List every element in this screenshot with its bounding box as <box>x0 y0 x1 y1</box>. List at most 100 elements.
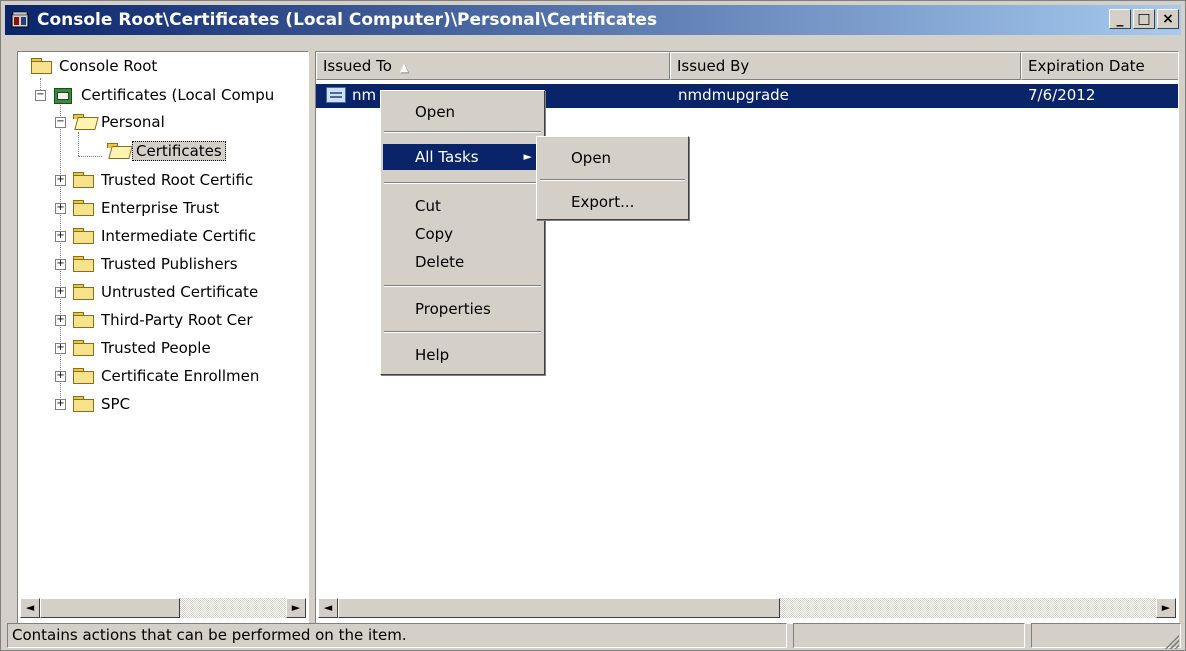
expand-icon[interactable]: + <box>55 343 66 354</box>
console-tree[interactable]: Console Root − Certificates (Local Compu… <box>17 51 309 624</box>
window-controls: _ □ × <box>1109 9 1179 29</box>
mmc-app-icon <box>11 11 29 28</box>
tree-line <box>60 102 61 410</box>
tree-item-label: Third-Party Root Cer <box>101 311 253 329</box>
menu-item-help[interactable]: Help <box>383 342 542 368</box>
tree-item-spc[interactable]: SPC <box>72 393 133 415</box>
column-header-issued-by[interactable]: Issued By <box>670 52 1021 80</box>
open-folder-icon <box>106 143 128 159</box>
status-message: Contains actions that can be performed o… <box>7 623 787 648</box>
column-header-issued-to[interactable]: Issued To ▲ <box>316 52 670 80</box>
folder-icon <box>72 340 94 356</box>
folder-icon <box>72 200 94 216</box>
folder-icon <box>72 256 94 272</box>
folder-icon <box>72 284 94 300</box>
collapse-icon[interactable]: − <box>35 90 46 101</box>
tree-horizontal-scrollbar[interactable]: ◄ ► <box>20 598 306 618</box>
menu-item-open[interactable]: Open <box>383 99 542 125</box>
sort-ascending-icon: ▲ <box>399 61 409 74</box>
tree-item-third-party-root[interactable]: Third-Party Root Cer <box>72 309 256 331</box>
menu-separator <box>540 179 685 181</box>
menu-item-all-tasks[interactable]: All Tasks ► <box>383 144 542 170</box>
certificate-icon <box>326 87 346 103</box>
tree-item-trusted-publishers[interactable]: Trusted Publishers <box>72 253 241 275</box>
tree-item-certificates-local-computer[interactable]: Certificates (Local Compu <box>52 84 277 106</box>
expand-icon[interactable]: + <box>55 315 66 326</box>
menu-separator <box>384 331 541 333</box>
certificate-store-icon <box>52 86 74 104</box>
expand-icon[interactable]: + <box>55 175 66 186</box>
folder-icon <box>72 172 94 188</box>
status-panel-2 <box>793 623 1025 648</box>
resize-grip-icon[interactable] <box>1163 633 1179 649</box>
window-title: Console Root\Certificates (Local Compute… <box>37 10 658 30</box>
title-bar[interactable]: Console Root\Certificates (Local Compute… <box>5 5 1181 35</box>
scroll-left-icon[interactable]: ◄ <box>20 598 40 618</box>
menu-separator <box>384 182 541 184</box>
menu-separator <box>384 285 541 287</box>
menu-item-cut[interactable]: Cut <box>383 193 542 219</box>
tree-line <box>78 156 102 157</box>
list-horizontal-scrollbar[interactable]: ◄ ► <box>318 598 1176 618</box>
tree-item-label: Certificates <box>132 141 226 161</box>
tree-item-label: Certificates (Local Compu <box>81 86 275 104</box>
folder-icon <box>72 396 94 412</box>
tree-item-label: Console Root <box>59 57 158 75</box>
submenu-arrow-icon: ► <box>523 150 532 163</box>
column-header-label: Issued By <box>677 57 750 75</box>
tree-item-label: Certificate Enrollmen <box>101 367 260 385</box>
tree-item-label: Personal <box>101 113 165 131</box>
scroll-thumb[interactable] <box>338 598 780 618</box>
folder-icon <box>30 58 52 74</box>
expand-icon[interactable]: + <box>55 287 66 298</box>
tree-line <box>78 132 79 156</box>
tree-item-label: Untrusted Certificate <box>101 283 259 301</box>
expand-icon[interactable]: + <box>55 399 66 410</box>
tree-item-console-root[interactable]: Console Root <box>30 55 160 77</box>
close-button[interactable]: × <box>1157 9 1179 29</box>
menu-item-copy[interactable]: Copy <box>383 221 542 247</box>
status-panel-3 <box>1031 623 1181 648</box>
expand-icon[interactable]: + <box>55 259 66 270</box>
folder-icon <box>72 312 94 328</box>
tree-item-label: Intermediate Certific <box>101 227 257 245</box>
submenu-item-export[interactable]: Export... <box>539 189 686 215</box>
menu-item-delete[interactable]: Delete <box>383 249 542 275</box>
context-menu: Open All Tasks ► Cut Copy Delete Propert… <box>380 90 545 375</box>
tree-item-certificates[interactable]: Certificates <box>106 140 226 162</box>
tree-item-enterprise-trust[interactable]: Enterprise Trust <box>72 197 222 219</box>
open-folder-icon <box>72 114 94 130</box>
scroll-right-icon[interactable]: ► <box>286 598 306 618</box>
column-header-label: Issued To <box>323 57 392 75</box>
menu-item-label: All Tasks <box>415 148 479 166</box>
column-header-expiration-date[interactable]: Expiration Date <box>1021 52 1178 80</box>
tree-item-untrusted[interactable]: Untrusted Certificate <box>72 281 261 303</box>
mmc-window: Console Root\Certificates (Local Compute… <box>0 0 1186 651</box>
menu-separator <box>384 131 541 133</box>
minimize-button[interactable]: _ <box>1109 9 1131 29</box>
tree-item-label: Trusted Publishers <box>101 255 238 273</box>
submenu-item-open[interactable]: Open <box>539 145 686 171</box>
cell-expiration-date: 7/6/2012 <box>1028 86 1096 104</box>
folder-icon <box>72 228 94 244</box>
tree-item-personal[interactable]: Personal <box>72 111 168 133</box>
tree-item-certificate-enrollment[interactable]: Certificate Enrollmen <box>72 365 262 387</box>
expand-icon[interactable]: + <box>55 203 66 214</box>
scroll-right-icon[interactable]: ► <box>1156 598 1176 618</box>
collapse-icon[interactable]: − <box>55 117 66 128</box>
cell-issued-to: nm <box>352 86 377 104</box>
expand-icon[interactable]: + <box>55 231 66 242</box>
folder-icon <box>72 368 94 384</box>
scroll-thumb[interactable] <box>40 598 180 618</box>
tree-item-trusted-people[interactable]: Trusted People <box>72 337 214 359</box>
expand-icon[interactable]: + <box>55 371 66 382</box>
tree-item-label: Trusted People <box>101 339 211 357</box>
maximize-button[interactable]: □ <box>1133 9 1155 29</box>
column-header-label: Expiration Date <box>1028 57 1145 75</box>
tree-item-trusted-root[interactable]: Trusted Root Certific <box>72 169 256 191</box>
scroll-left-icon[interactable]: ◄ <box>318 598 338 618</box>
status-bar: Contains actions that can be performed o… <box>7 623 1181 649</box>
tree-item-intermediate[interactable]: Intermediate Certific <box>72 225 259 247</box>
menu-item-properties[interactable]: Properties <box>383 296 542 322</box>
all-tasks-submenu: Open Export... <box>536 136 689 220</box>
